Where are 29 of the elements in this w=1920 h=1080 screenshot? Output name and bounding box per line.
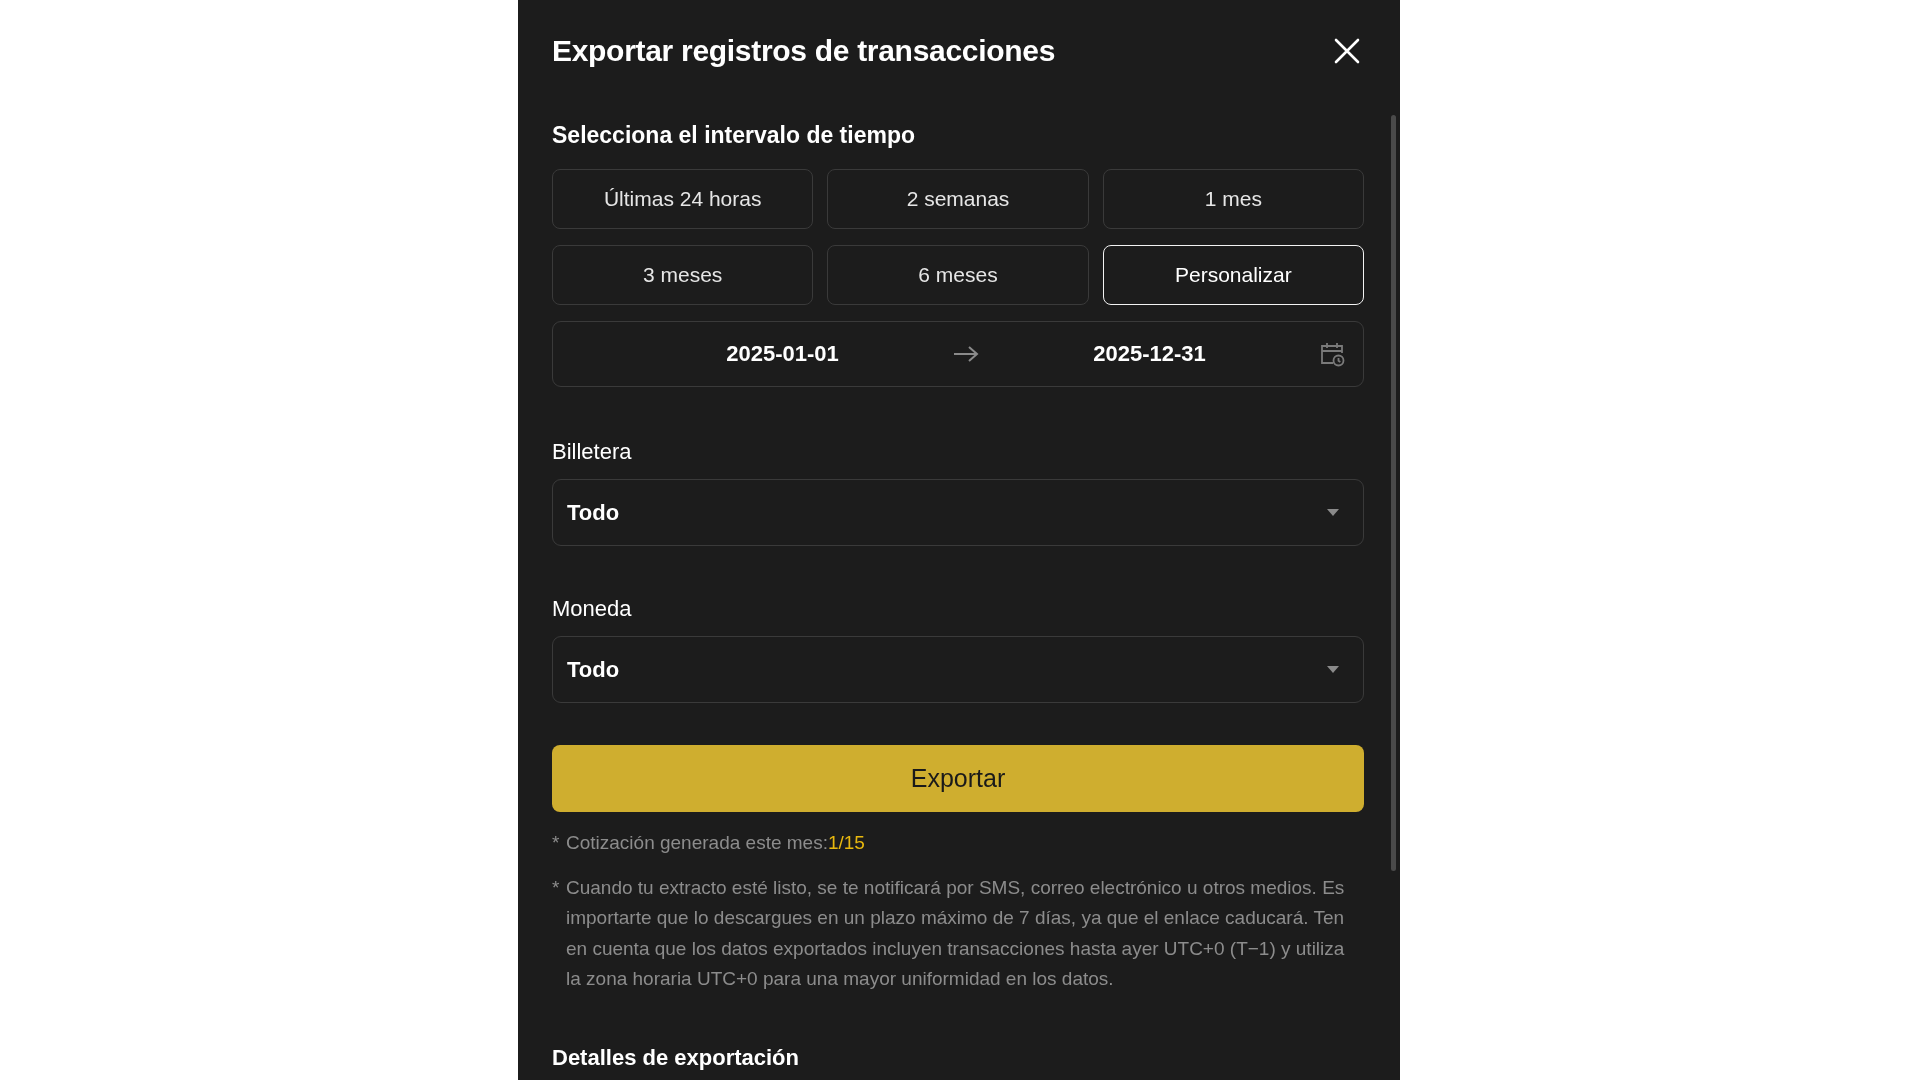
- range-option[interactable]: 1 mes: [1102, 169, 1364, 229]
- scrollbar-thumb[interactable]: [1391, 115, 1396, 871]
- calendar-icon[interactable]: [1319, 341, 1345, 367]
- range-option[interactable]: Últimas 24 horas: [552, 169, 814, 229]
- section-title: Detalles de exportación: [552, 1044, 800, 1071]
- date-range-field[interactable]: 2025-01-01 2025-12-31: [552, 321, 1364, 387]
- dropdown-value: Todo: [567, 499, 620, 526]
- end-date: 2025-12-31: [1092, 341, 1207, 367]
- note-bullet: *: [552, 875, 561, 900]
- arrow-icon: [952, 344, 980, 364]
- range-option[interactable]: 2 semanas: [827, 169, 1089, 229]
- range-option[interactable]: 6 meses: [827, 245, 1089, 305]
- caret-icon: [1327, 665, 1339, 674]
- dropdown-value: Todo: [567, 656, 620, 683]
- caret-icon: [1327, 508, 1339, 517]
- note-text: Cotización generada este mes:1/15: [566, 831, 866, 855]
- section-title: Selecciona el intervalo de tiempo: [552, 122, 916, 149]
- note-bullet: *: [552, 831, 561, 855]
- range-option[interactable]: 3 meses: [552, 245, 814, 305]
- dropdown-field[interactable]: Todo: [552, 479, 1364, 546]
- note-text: Cuando tu extracto esté listo, se te notificará por SMS, correo electrónico u otros medios. Es importarte que lo descargues en un plazo máximo de 7 días, ya que el enlace caducará. Ten en cuenta que los datos exportados incluyen transacciones hasta ayer UTC+0 (T−1) y utiliza la zona horaria UTC+0 para una mayor uniformidad en los datos.: [566, 875, 1346, 991]
- field-label: Moneda: [552, 596, 633, 622]
- start-date: 2025-01-01: [725, 341, 840, 367]
- dropdown-field[interactable]: Todo: [552, 636, 1364, 703]
- export-button[interactable]: Exportar: [552, 745, 1364, 812]
- range-option[interactable]: Personalizar: [1102, 245, 1364, 305]
- close-icon: [1334, 38, 1360, 64]
- dialog-title: Exportar registros de transacciones: [552, 34, 1056, 68]
- field-label: Billetera: [552, 439, 633, 465]
